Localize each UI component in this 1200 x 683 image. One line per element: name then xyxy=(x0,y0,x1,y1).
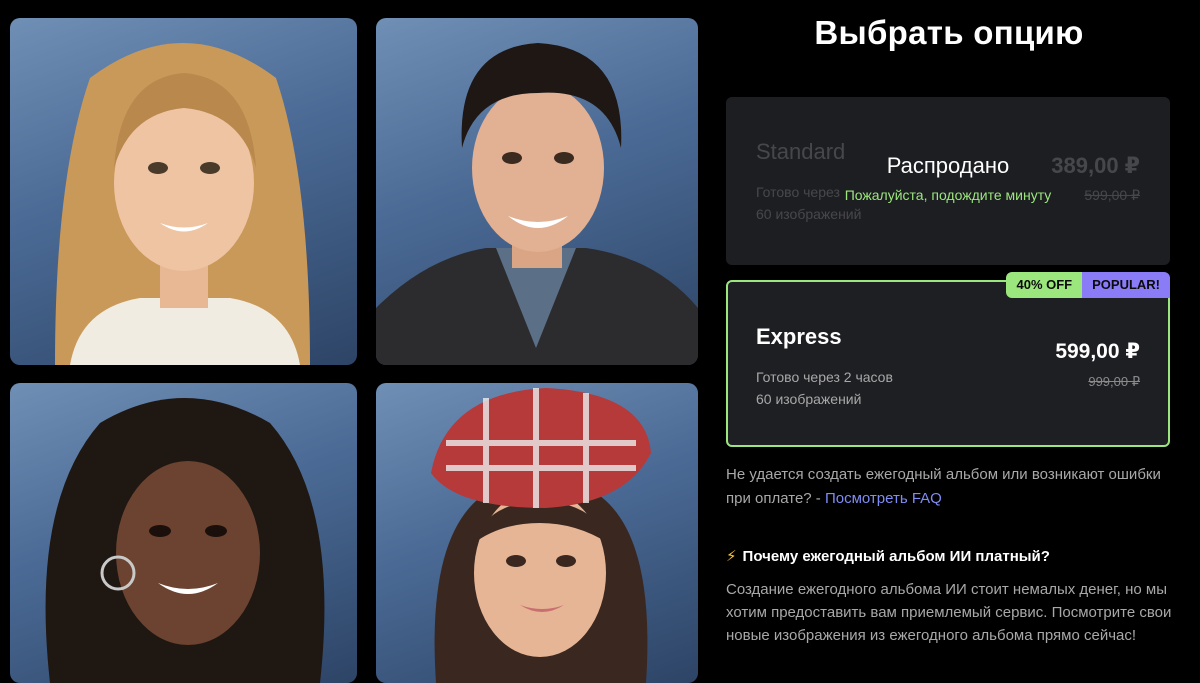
portrait-beret-girl-illustration xyxy=(431,388,651,683)
portrait-dark-hair-guy xyxy=(376,18,698,365)
lightning-icon: ⚡ xyxy=(726,548,737,565)
express-old-price: 999,00 ₽ xyxy=(1088,374,1140,389)
page-title: Выбрать опцию xyxy=(814,14,1084,51)
portrait-blonde-girl-illustration xyxy=(55,43,310,365)
standard-images: 60 изображений xyxy=(756,206,862,222)
option-express-card[interactable]: 40% OFF POPULAR! Express 599,00 ₽ 999,00… xyxy=(726,272,1170,447)
faq-note: Не удается создать ежегодный альбом или … xyxy=(726,463,1176,511)
wait-note: Пожалуйста, подождите минуту xyxy=(844,187,1052,203)
express-price: 599,00 ₽ xyxy=(1055,340,1140,363)
faq-link[interactable]: Посмотреть FAQ xyxy=(825,490,942,507)
portrait-beret-girl xyxy=(376,383,698,683)
express-delivery: Готово через 2 часов xyxy=(756,369,893,385)
option-standard-card[interactable]: Standard 389,00 ₽ 599,00 ₽ Готово через … xyxy=(726,97,1170,265)
why-heading: ⚡ Почему ежегодный альбом ИИ платный? xyxy=(726,547,1050,565)
portrait-curly-hair-girl xyxy=(10,383,357,683)
discount-badge: 40% OFF xyxy=(1006,272,1083,298)
faq-text: Не удается создать ежегодный альбом или … xyxy=(726,466,1161,507)
portrait-dark-hair-guy-illustration xyxy=(376,43,698,365)
why-description: Создание ежегодного альбома ИИ стоит нем… xyxy=(726,581,1172,644)
portrait-curly-hair-girl-illustration xyxy=(45,398,325,683)
why-title-text: Почему ежегодный альбом ИИ платный? xyxy=(742,548,1050,565)
express-badges: 40% OFF POPULAR! xyxy=(1006,272,1170,298)
express-name: Express xyxy=(756,324,842,349)
express-description: Готово через 2 часов 60 изображений xyxy=(756,366,893,410)
popular-badge: POPULAR! xyxy=(1082,272,1170,298)
portrait-blonde-girl xyxy=(10,18,357,365)
express-images: 60 изображений xyxy=(756,391,862,407)
soldout-label: Распродано xyxy=(886,153,1010,178)
